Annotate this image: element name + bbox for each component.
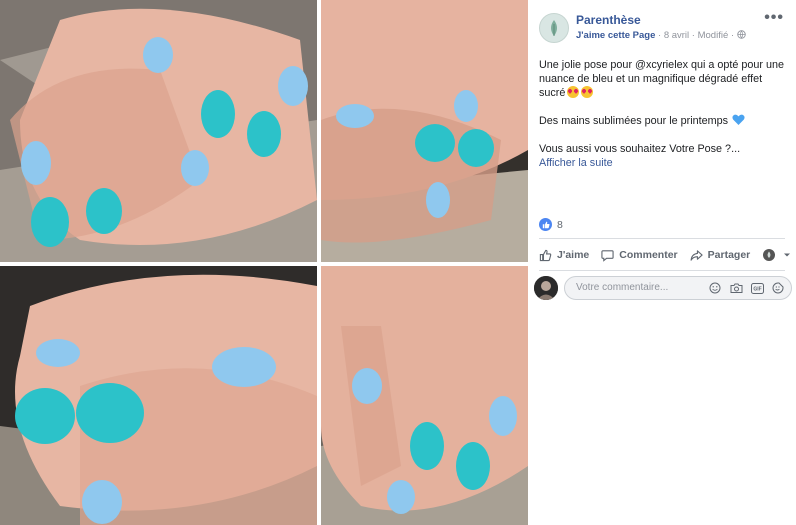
- reactions-summary[interactable]: 8: [539, 218, 563, 231]
- page-identity-icon: [763, 249, 776, 261]
- nails-photo-image: [0, 266, 317, 525]
- post-meta: J'aime cette Page · 8 avril · Modifié ·: [576, 30, 746, 41]
- share-button[interactable]: Partager: [690, 249, 751, 262]
- page-name[interactable]: Parenthèse: [576, 13, 641, 27]
- post-date[interactable]: 8 avril: [664, 30, 689, 41]
- see-more-link[interactable]: Afficher la suite: [539, 157, 613, 169]
- post-actions: J'aime Commenter Partager: [539, 244, 791, 266]
- share-label: Partager: [707, 249, 751, 261]
- nails-photo-image: [321, 266, 528, 525]
- photo-4[interactable]: [321, 266, 528, 525]
- photo-1[interactable]: [0, 0, 317, 262]
- comment-input[interactable]: [574, 281, 698, 294]
- like-button[interactable]: J'aime: [539, 249, 589, 262]
- post-text: Une jolie pose pour @xcyrielex qui a opt…: [539, 58, 787, 170]
- photo-grid: [0, 0, 528, 525]
- chevron-down-icon: [784, 253, 791, 257]
- gif-icon[interactable]: GIF: [750, 281, 764, 295]
- divider: [539, 238, 785, 239]
- leaf-icon: [551, 20, 557, 36]
- post-text-line-2: Des mains sublimées pour le printemps: [539, 115, 729, 127]
- nails-photo-image: [0, 0, 317, 262]
- photo-3[interactable]: [0, 266, 317, 525]
- comment-label: Commenter: [619, 249, 678, 261]
- reaction-count: 8: [557, 218, 563, 231]
- thumbs-up-icon: [539, 249, 552, 261]
- photo-2[interactable]: [321, 0, 528, 262]
- comment-button[interactable]: Commenter: [601, 249, 678, 262]
- like-label: J'aime: [557, 249, 590, 261]
- post-sidebar: Parenthèse J'aime cette Page · 8 avril ·…: [528, 0, 796, 525]
- more-options-icon[interactable]: •••: [764, 9, 784, 27]
- blue-heart-icon: [732, 114, 745, 125]
- globe-icon: [736, 30, 746, 39]
- heart-eyes-emoji-icon: [581, 86, 594, 98]
- user-photo-icon: [534, 276, 558, 300]
- heart-eyes-emoji-icon: [567, 86, 580, 98]
- comment-tools: GIF: [708, 281, 785, 295]
- like-page-link[interactable]: J'aime cette Page: [576, 30, 655, 41]
- reaction-identity-selector[interactable]: [762, 248, 796, 262]
- user-avatar[interactable]: [534, 276, 558, 300]
- share-icon: [690, 249, 703, 261]
- comment-icon: [601, 249, 614, 262]
- nails-photo-image: [321, 0, 528, 262]
- post-modified: Modifié: [697, 30, 729, 41]
- sticker-icon[interactable]: [771, 281, 785, 295]
- camera-icon[interactable]: [729, 281, 743, 295]
- comment-composer: GIF: [534, 276, 792, 302]
- page-avatar[interactable]: [539, 13, 569, 43]
- post-text-line-3: Vous aussi vous souhaitez Votre Pose ?..…: [539, 143, 741, 155]
- comment-input-container[interactable]: GIF: [564, 276, 792, 300]
- divider: [539, 270, 785, 271]
- like-reaction-icon: [539, 218, 552, 231]
- svg-text:GIF: GIF: [753, 286, 761, 292]
- emoji-icon[interactable]: [708, 281, 722, 295]
